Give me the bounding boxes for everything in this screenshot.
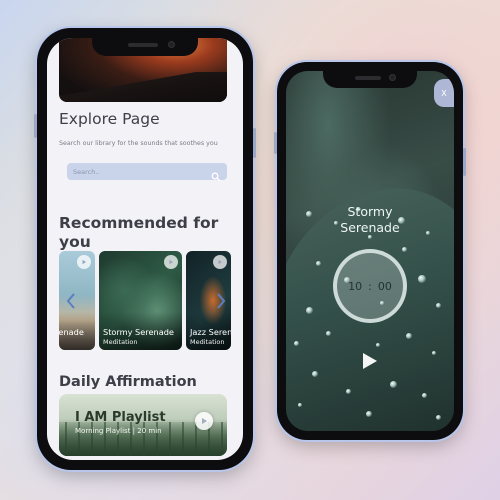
track-title: Stormy Serenade [286, 204, 454, 236]
water-drop [436, 415, 441, 420]
chevron-left-icon[interactable] [66, 293, 76, 309]
search-input[interactable] [73, 167, 211, 176]
timer-separator: : [368, 279, 372, 293]
track-title-line2: Serenade [340, 220, 400, 235]
water-drop [298, 403, 302, 407]
phone-side-button [274, 132, 277, 154]
water-drop [390, 381, 397, 388]
timer-dial[interactable]: 10 : 00 [333, 249, 407, 323]
section-title-recommended: Recommended for you [59, 214, 219, 251]
water-drop [346, 389, 351, 394]
water-drop [294, 341, 299, 346]
track-title-line1: Stormy [347, 204, 393, 219]
phone-notch [92, 36, 198, 56]
play-icon[interactable] [77, 255, 91, 269]
close-icon[interactable]: X [441, 89, 446, 98]
playlist-subtitle: Morning Playlist | 20 min [75, 427, 162, 435]
page-subtitle: Search our library for the sounds that s… [59, 140, 218, 147]
water-drop [326, 331, 331, 336]
play-icon[interactable] [362, 352, 378, 370]
recommended-card[interactable]: Stormy Serenade Meditation [99, 251, 182, 350]
close-button[interactable]: X [434, 79, 454, 107]
timer-minutes[interactable]: 10 [348, 280, 362, 293]
card-title: Jazz Serenade [190, 327, 231, 337]
water-drop [406, 333, 412, 339]
water-drop [312, 371, 318, 377]
phone-side-button [463, 148, 466, 176]
card-title: Stormy Serenade [103, 327, 174, 337]
chevron-right-icon[interactable] [216, 293, 226, 309]
explore-screen: Explore Page Search our library for the … [47, 38, 243, 460]
phone-notch [323, 70, 417, 88]
search-icon[interactable] [211, 167, 221, 182]
phone-side-button [253, 128, 256, 158]
page-title: Explore Page [59, 110, 160, 128]
water-drop [418, 275, 426, 283]
player-screen: X Stormy Serenade 10 : 00 [286, 71, 454, 431]
card-category: Meditation [103, 338, 138, 346]
phone-explore: Explore Page Search our library for the … [34, 28, 256, 470]
search-bar[interactable] [67, 163, 227, 182]
section-title-affirmation: Daily Affirmation [59, 374, 197, 390]
water-drop [376, 343, 380, 347]
water-drop [316, 261, 321, 266]
water-drop [432, 351, 436, 355]
water-drop [366, 411, 372, 417]
phone-side-button [34, 114, 37, 138]
recommended-card[interactable]: Serenade [59, 251, 95, 350]
play-icon[interactable] [195, 412, 213, 430]
water-drop [402, 247, 407, 252]
playlist-name: I AM Playlist [75, 410, 166, 425]
timer-seconds[interactable]: 00 [378, 280, 392, 293]
play-icon[interactable] [164, 255, 178, 269]
card-category: Meditation [190, 338, 225, 346]
card-title: Serenade [59, 327, 84, 337]
water-drop [422, 393, 427, 398]
phone-player: X Stormy Serenade 10 : 00 [274, 62, 466, 440]
affirmation-card[interactable]: I AM Playlist Morning Playlist | 20 min [59, 394, 227, 456]
play-icon[interactable] [213, 255, 227, 269]
water-drop [306, 307, 313, 314]
water-drop [436, 303, 441, 308]
